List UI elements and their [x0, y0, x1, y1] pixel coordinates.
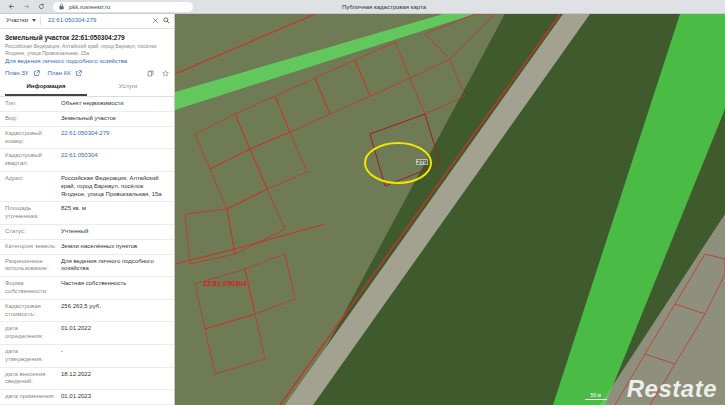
address-text: pkk.rosreestr.ru [69, 4, 110, 10]
field-label: дата определения: [5, 325, 61, 341]
field-label: Тип: [5, 100, 61, 108]
field-value: Земли населённых пунктов [61, 243, 169, 251]
field-row: Форма собственности:Частная собственност… [0, 277, 174, 300]
field-row: Статус:Учтенный [0, 225, 174, 240]
field-row: дата применения:01.01.2023 [0, 390, 174, 405]
field-row: Площадь уточненная:825 кв. м [0, 202, 174, 225]
address-bar[interactable]: pkk.rosreestr.ru [53, 2, 193, 12]
field-label: Площадь уточненная: [5, 205, 61, 221]
field-label: Вид: [5, 115, 61, 123]
forest-area [295, 14, 725, 405]
field-value: 825 кв. м [61, 205, 169, 221]
object-use[interactable]: Для ведения личного подсобного хозяйства [5, 58, 169, 66]
browser-bar: pkk.rosreestr.ru Публичная кадастровая ка… [0, 0, 725, 14]
dropdown-caret-icon [32, 19, 36, 22]
plan-link[interactable]: План КК [48, 70, 82, 78]
info-tab[interactable]: Информация [5, 80, 87, 96]
field-label: Разрешенное использование: [5, 258, 61, 274]
reload-icon[interactable] [38, 3, 45, 10]
field-value: - [61, 348, 169, 364]
cadastral-map[interactable]: 279 22:61:050304 50 м Restate [175, 14, 725, 405]
field-row: Кадастровый квартал:22:61:050304 [0, 149, 174, 172]
tab-bar: ИнформацияУслуги [0, 80, 174, 97]
search-input[interactable] [45, 17, 148, 25]
road-zone [175, 14, 475, 110]
field-row: Кадастровый номер:22:61:050304:279 [0, 127, 174, 150]
main-area: Участки Земельный участок 22:61:050304:27… [0, 14, 725, 405]
field-value: Земельный участок [61, 115, 169, 123]
field-value: Учтенный [61, 228, 169, 236]
external-link-icon [33, 70, 40, 77]
lock-icon [58, 3, 65, 10]
satellite-map[interactable] [175, 14, 725, 405]
field-label: Форма собственности: [5, 280, 61, 296]
field-row: Адрес:Российская Федерация, Алтайский кр… [0, 172, 174, 202]
field-label: Кадастровая стоимость: [5, 303, 61, 319]
back-arrow-icon[interactable] [8, 3, 15, 10]
object-header: Земельный участок 22:61:050304:279Россий… [0, 29, 174, 81]
field-label: Адрес: [5, 175, 61, 198]
field-value: 18.12.2022 [61, 371, 169, 387]
field-label: дата применения: [5, 393, 61, 401]
forward-arrow-icon[interactable] [23, 3, 30, 10]
field-value: 01.01.2023 [61, 393, 169, 401]
plan-links: План ЗУ План КК [5, 70, 169, 78]
scale-bar: 50 м [585, 393, 607, 400]
field-row: Кадастровая стоимость:256 263,5 руб. [0, 300, 174, 323]
field-value: Частная собственность [61, 280, 169, 296]
aerial-photo [175, 14, 725, 405]
field-label: Статус: [5, 228, 61, 236]
parcel-boundaries [185, 14, 725, 405]
plan-link[interactable]: План ЗУ [5, 70, 40, 78]
selection-circle [365, 143, 431, 183]
field-value: 256 263,5 руб. [61, 303, 169, 319]
search-magnifier-icon[interactable] [163, 17, 170, 24]
field-value[interactable]: 22:61:050304:279 [61, 130, 169, 146]
protected-zone [553, 14, 725, 405]
field-label: Кадастровый квартал: [5, 152, 61, 168]
field-value[interactable]: 22:61:050304 [61, 152, 169, 168]
quarter-boundary [175, 14, 325, 264]
field-row: дата утверждения:- [0, 345, 174, 368]
watermark: Restate [627, 377, 717, 401]
field-value: Российская Федерация, Алтайский край, го… [61, 175, 169, 198]
info-panel: Участки Земельный участок 22:61:050304:27… [0, 14, 175, 405]
railway-boundary [280, 14, 560, 405]
field-label: дата внесения сведений: [5, 371, 61, 387]
field-list: Тип:Объект недвижимостиВид:Земельный уча… [0, 97, 174, 405]
field-row: Вид:Земельный участок [0, 112, 174, 127]
category-dropdown[interactable]: Участки [4, 17, 41, 25]
selected-parcel[interactable] [370, 114, 440, 186]
page-title: Публичная кадастровая карта [201, 4, 717, 10]
object-address: Российская Федерация, Алтайский край, го… [5, 43, 169, 56]
copy-icon[interactable] [147, 70, 154, 77]
field-row: Категория земель:Земли населённых пункто… [0, 240, 174, 255]
field-row: Разрешенное использование:Для ведения ли… [0, 255, 174, 278]
star-icon[interactable] [162, 70, 169, 77]
field-row: дата определения:01.01.2022 [0, 322, 174, 345]
category-label: Участки [6, 17, 28, 25]
field-label: Категория земель: [5, 243, 61, 251]
railway-strip [285, 14, 590, 405]
external-link-icon [75, 70, 82, 77]
search-bar: Участки [0, 14, 174, 29]
object-title: Земельный участок 22:61:050304:279 [5, 34, 169, 42]
quarter-label: 22:61:050304 [203, 280, 247, 287]
info-tab[interactable]: Услуги [87, 80, 169, 96]
field-value: Объект недвижимости [61, 100, 169, 108]
field-value: Для ведения личного подсобного хозяйства [61, 258, 169, 274]
parcel-number-label: 279 [416, 159, 428, 165]
field-row: Тип:Объект недвижимости [0, 97, 174, 112]
field-value: 01.01.2022 [61, 325, 169, 341]
field-row: дата внесения сведений:18.12.2022 [0, 368, 174, 391]
field-label: Кадастровый номер: [5, 130, 61, 146]
clear-x-icon[interactable] [152, 17, 159, 24]
field-label: дата утверждения: [5, 348, 61, 364]
